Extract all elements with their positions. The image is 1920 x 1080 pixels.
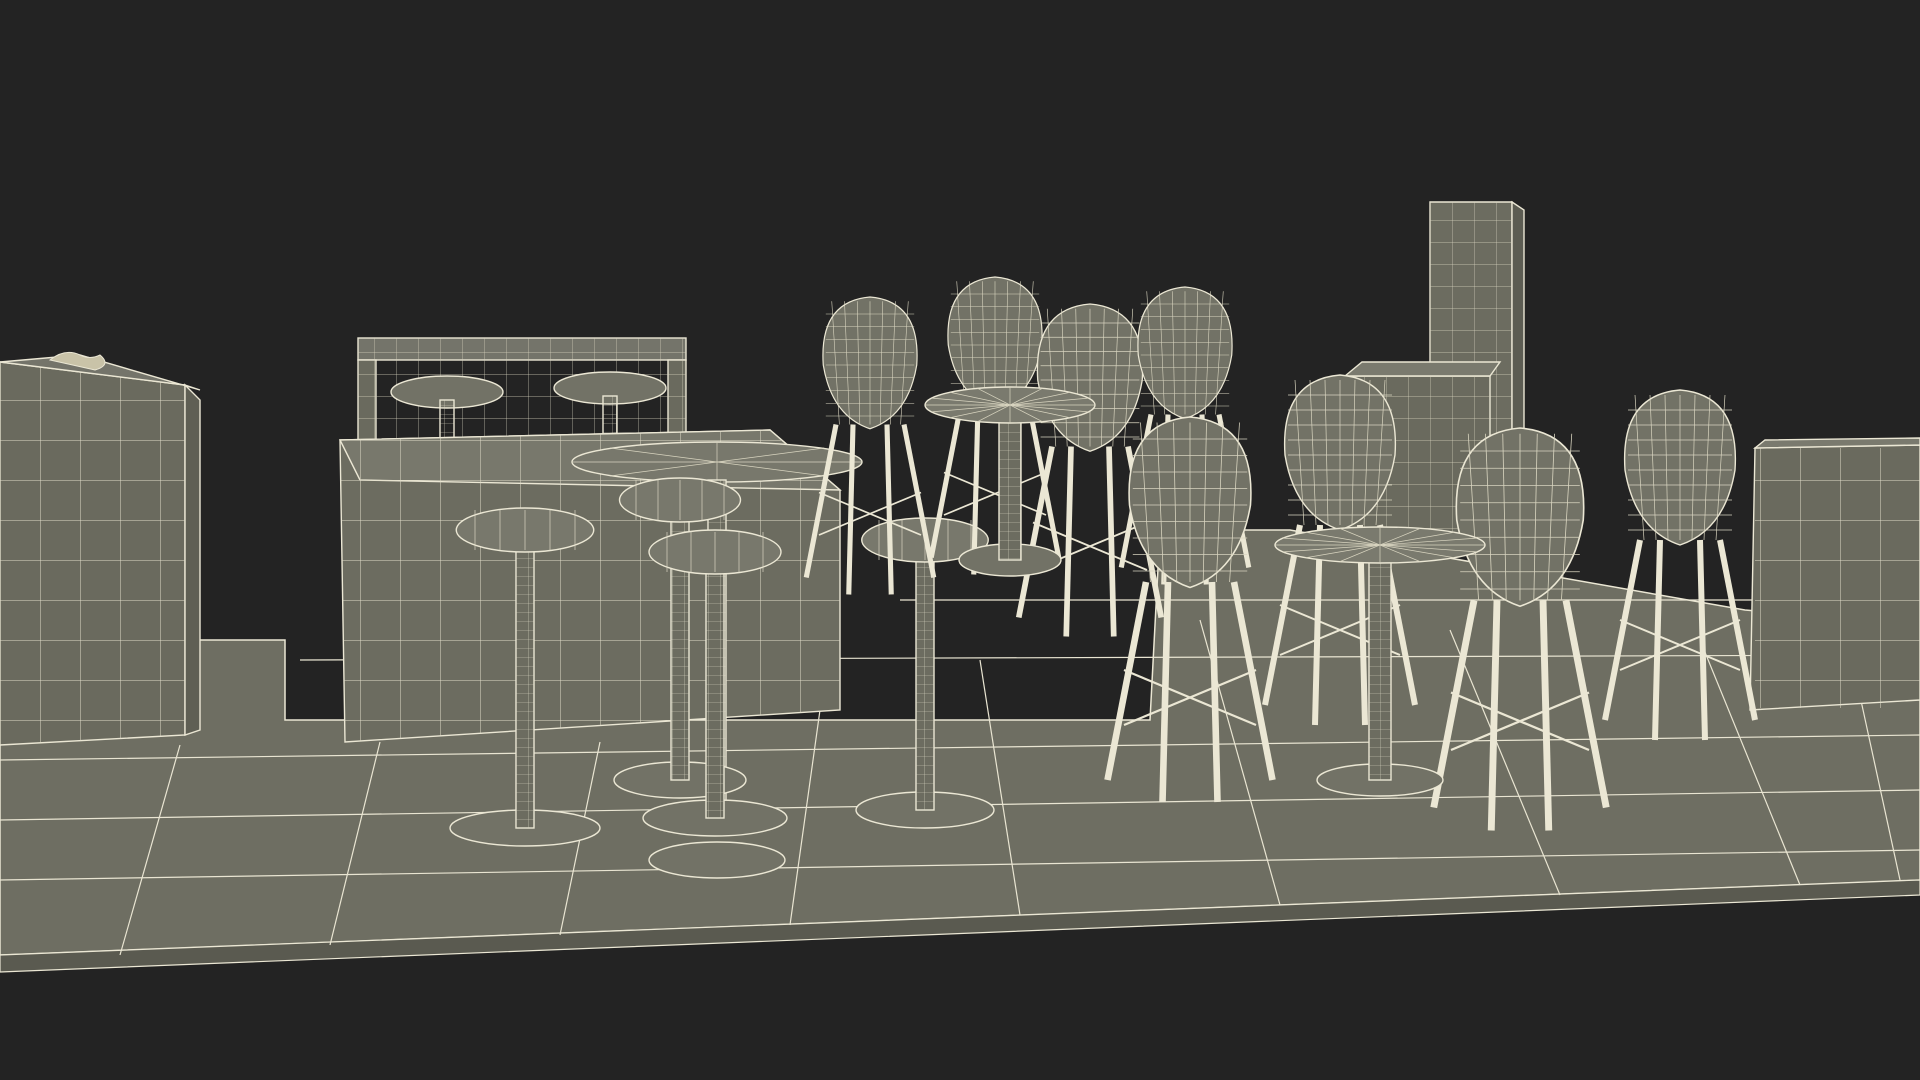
3d-viewport [0,0,1920,1080]
right-counter [1749,437,1920,711]
left-bar-counter [0,351,201,746]
wireframe-scene [0,200,1920,973]
